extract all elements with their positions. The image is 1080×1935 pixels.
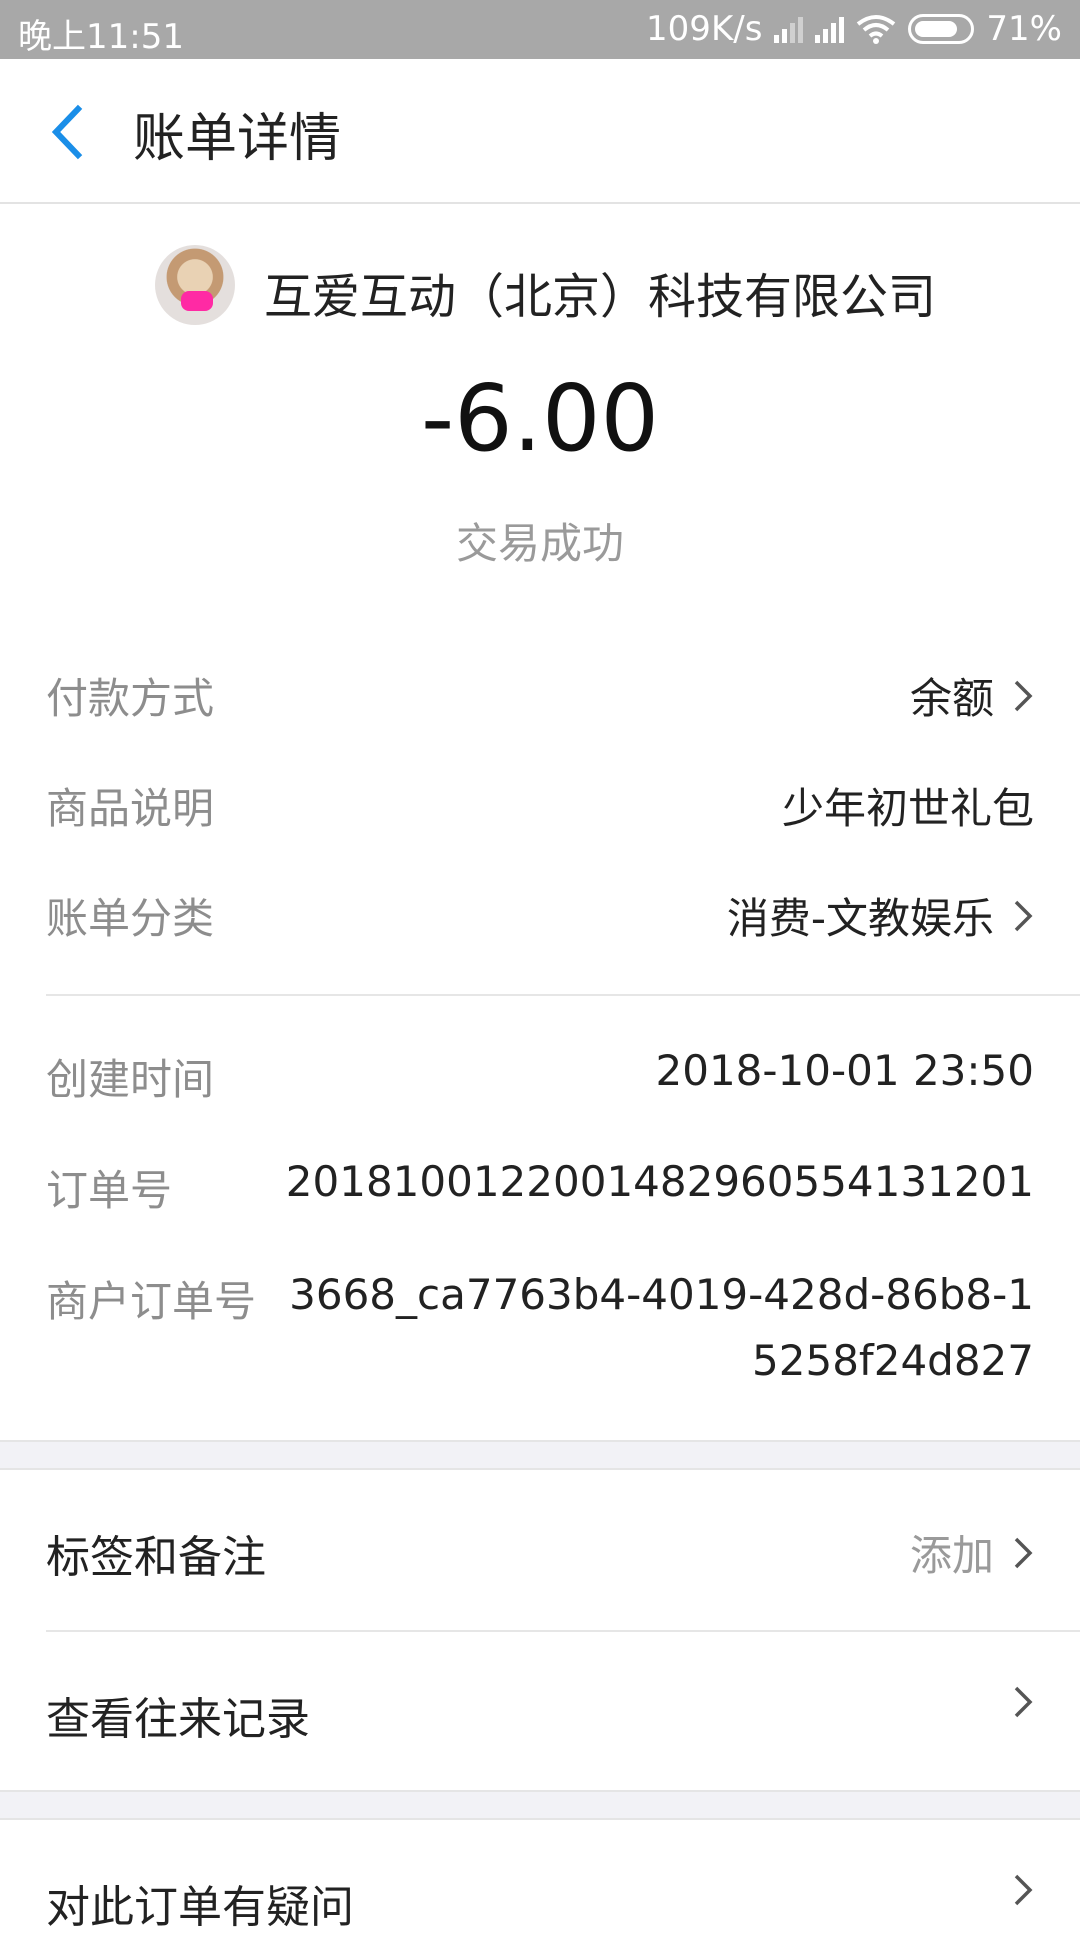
- order-question-row[interactable]: 对此订单有疑问: [0, 1820, 1080, 1933]
- transaction-status: 交易成功: [455, 519, 624, 568]
- tags-notes-label: 标签和备注: [46, 1532, 266, 1583]
- status-bar: 晚上11:51 109K/s 71%: [0, 0, 1080, 59]
- chevron-right-icon: [1014, 680, 1033, 711]
- page-title: 账单详情: [133, 109, 342, 169]
- merchant-header: 互爱互动（北京）科技有限公司: [0, 245, 1080, 330]
- payment-method-label: 付款方式: [46, 674, 215, 723]
- created-time-row: 创建时间 2018-10-01 23:50: [46, 1046, 1034, 1104]
- order-number-value: 2018100122001482960554131201: [285, 1157, 1034, 1206]
- product-label: 商品说明: [46, 784, 215, 833]
- payment-method-value-group: 余额: [910, 665, 1034, 726]
- merchant-order-row: 商户订单号 3668_ca7763b4-4019-428d-86b8-15258…: [46, 1262, 1034, 1402]
- title-bar: 账单详情: [0, 59, 1080, 204]
- battery-percent: 71%: [986, 9, 1062, 49]
- network-speed: 109K/s: [646, 9, 763, 49]
- category-value: 消费-文教娱乐: [726, 894, 994, 943]
- merchant-order-value: 3668_ca7763b4-4019-428d-86b8-15258f24d82…: [289, 1270, 1034, 1385]
- category-label: 账单分类: [46, 894, 215, 943]
- avatar: [155, 245, 235, 325]
- category-row[interactable]: 账单分类 消费-文教娱乐: [46, 885, 1034, 943]
- section-separator: [0, 1790, 1080, 1820]
- created-time-label: 创建时间: [46, 1055, 215, 1104]
- chevron-right-icon: [1014, 900, 1033, 931]
- merchant-order-label: 商户订单号: [46, 1277, 257, 1326]
- product-value: 少年初世礼包: [781, 784, 1034, 833]
- created-time-value: 2018-10-01 23:50: [655, 1046, 1034, 1095]
- section-separator: [0, 1440, 1080, 1470]
- chevron-left-icon[interactable]: [40, 97, 100, 167]
- status-time: 晚上11:51: [18, 17, 184, 57]
- tags-notes-action-group: 添加: [910, 1522, 1034, 1583]
- add-tag-action: 添加: [909, 1531, 994, 1580]
- history-label: 查看往来记录: [46, 1694, 310, 1745]
- tags-notes-row[interactable]: 标签和备注 添加: [0, 1470, 1080, 1628]
- transaction-amount: -6.00: [420, 365, 660, 472]
- chevron-right-icon: [1014, 1537, 1033, 1568]
- history-action-group: [1012, 1684, 1034, 1720]
- order-question-label: 对此订单有疑问: [46, 1882, 354, 1933]
- order-question-action-group: [1012, 1872, 1034, 1908]
- product-row: 商品说明 少年初世礼包: [46, 775, 1034, 833]
- chevron-right-icon: [1014, 1874, 1033, 1906]
- category-value-group: 消费-文教娱乐: [727, 885, 1034, 946]
- status-right-group: 109K/s 71%: [646, 9, 1062, 49]
- battery-icon: [908, 14, 975, 44]
- payment-method-value: 余额: [909, 674, 994, 723]
- divider: [46, 994, 1080, 996]
- payment-method-row[interactable]: 付款方式 余额: [46, 665, 1034, 723]
- wifi-icon: [857, 15, 896, 44]
- chevron-right-icon: [1014, 1686, 1033, 1718]
- merchant-name: 互爱互动（北京）科技有限公司: [264, 269, 937, 325]
- order-number-row: 订单号 2018100122001482960554131201: [46, 1157, 1034, 1215]
- signal-icon: [774, 15, 804, 43]
- order-number-label: 订单号: [46, 1166, 173, 1215]
- history-row[interactable]: 查看往来记录: [0, 1632, 1080, 1790]
- signal-icon: [815, 15, 845, 43]
